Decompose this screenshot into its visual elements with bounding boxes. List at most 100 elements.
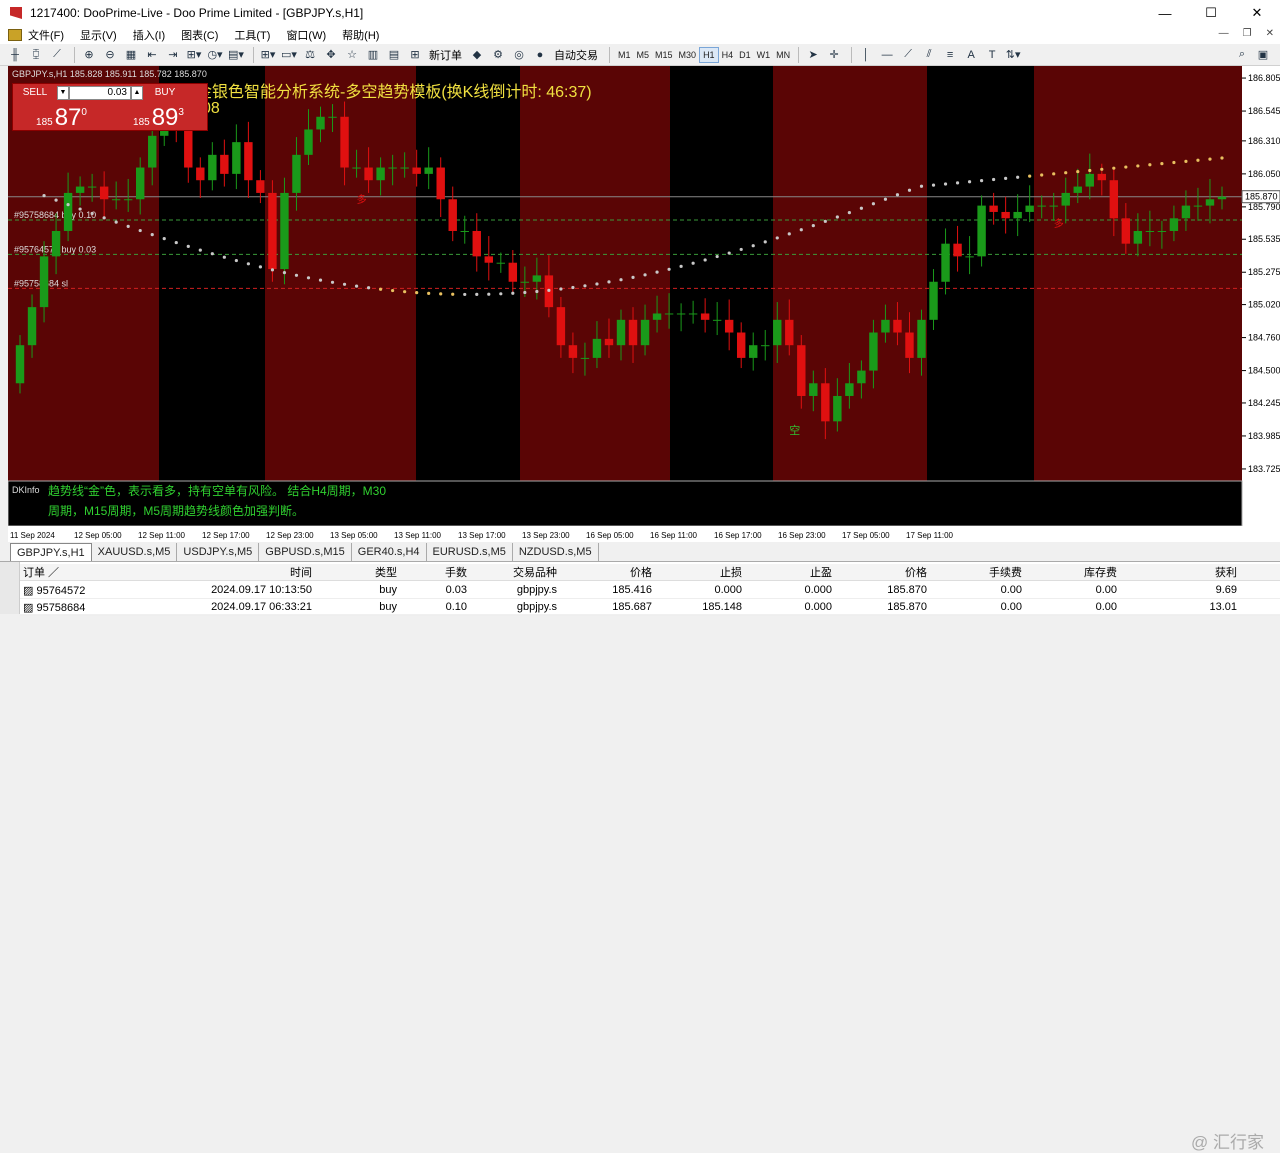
- timeframe-w1[interactable]: W1: [754, 47, 774, 63]
- col-sl[interactable]: 止损: [655, 564, 745, 580]
- timeframe-m15[interactable]: M15: [652, 47, 676, 63]
- timeframe-m5[interactable]: M5: [634, 47, 653, 63]
- tab-nzdusd-m5[interactable]: NZDUSD.s,M5: [513, 543, 599, 561]
- col-profit[interactable]: 获利: [1120, 564, 1240, 580]
- tab-gbpusd-m15[interactable]: GBPUSD.s,M15: [259, 543, 352, 561]
- candle-body: [604, 338, 614, 346]
- market-watch-icon[interactable]: ⚖: [301, 46, 319, 64]
- horizontal-line-icon[interactable]: —: [878, 46, 896, 64]
- minimize-button[interactable]: —: [1142, 0, 1188, 26]
- cursor-icon[interactable]: ➤: [804, 46, 822, 64]
- col-tp[interactable]: 止盈: [745, 564, 835, 580]
- buy-button[interactable]: BUY: [143, 87, 187, 98]
- navigator-icon[interactable]: ☆: [343, 46, 361, 64]
- chart-shift-icon[interactable]: ⇥: [164, 46, 182, 64]
- terminal-icon[interactable]: ▥: [364, 46, 382, 64]
- menu-tools[interactable]: 工具(T): [234, 27, 270, 43]
- menu-help[interactable]: 帮助(H): [342, 27, 379, 43]
- col-lots[interactable]: 手数: [400, 564, 470, 580]
- chat-icon[interactable]: ▣: [1254, 46, 1272, 64]
- sell-button[interactable]: SELL: [13, 87, 57, 98]
- timeframe-m1[interactable]: M1: [615, 47, 634, 63]
- col-commission[interactable]: 手续费: [930, 564, 1025, 580]
- strategy-tester-icon[interactable]: ▤: [385, 46, 403, 64]
- tab-eurusd-m5[interactable]: EURUSD.s,M5: [427, 543, 513, 561]
- child-restore-button[interactable]: ❐: [1243, 28, 1252, 39]
- timeframe-mn[interactable]: MN: [773, 47, 793, 63]
- periods-icon[interactable]: ◷▾: [206, 46, 224, 64]
- zoom-in-icon[interactable]: ⊕: [80, 46, 98, 64]
- buy-price[interactable]: 185 89 3: [110, 105, 207, 131]
- profiles-icon[interactable]: ▭▾: [280, 46, 298, 64]
- lot-up-icon[interactable]: ▲: [131, 85, 143, 100]
- data-window-icon[interactable]: ✥: [322, 46, 340, 64]
- channel-icon[interactable]: ⫽: [920, 46, 938, 64]
- child-close-button[interactable]: ✕: [1266, 28, 1274, 39]
- menu-insert[interactable]: 插入(I): [133, 27, 165, 43]
- vertical-line-icon[interactable]: │: [857, 46, 875, 64]
- menu-view[interactable]: 显示(V): [80, 27, 117, 43]
- tab-usdjpy-m5[interactable]: USDJPY.s,M5: [177, 543, 260, 561]
- line-chart-icon[interactable]: ⟋: [48, 46, 66, 64]
- crosshair-icon[interactable]: ✛: [825, 46, 843, 64]
- col-type[interactable]: 类型: [315, 564, 400, 580]
- candle-body: [1121, 218, 1131, 244]
- tab-gbpjpy-h1[interactable]: GBPJPY.s,H1: [10, 543, 92, 561]
- candle-body: [773, 319, 782, 346]
- candle-body: [652, 313, 662, 320]
- menu-charts[interactable]: 图表(C): [181, 27, 218, 43]
- sell-price-main: 87: [54, 104, 82, 131]
- bar-chart-icon[interactable]: ╫: [6, 46, 24, 64]
- current-price-label: 185.870: [1245, 192, 1278, 202]
- chart-window[interactable]: #95758684 buy 0.10 #95764572 buy 0.03 #957…: [8, 66, 1280, 542]
- arrows-icon[interactable]: ⇅▾: [1004, 46, 1022, 64]
- indicators-icon[interactable]: ⊞▾: [185, 46, 203, 64]
- timeframe-h4[interactable]: H4: [719, 47, 737, 63]
- buy-price-pip: 3: [178, 107, 184, 118]
- sell-price[interactable]: 185 87 0: [13, 105, 110, 131]
- trendline-icon[interactable]: ⟋: [899, 46, 917, 64]
- child-minimize-button[interactable]: —: [1219, 28, 1229, 39]
- lot-input[interactable]: 0.03: [69, 85, 131, 100]
- new-order-button[interactable]: 新订单: [429, 47, 462, 63]
- zoom-out-icon[interactable]: ⊖: [101, 46, 119, 64]
- options-icon[interactable]: ⚙: [489, 46, 507, 64]
- timeframe-d1[interactable]: D1: [736, 47, 754, 63]
- auto-trading-button[interactable]: 自动交易: [554, 47, 598, 63]
- price-chart[interactable]: #95758684 buy 0.10#95764572 buy 0.03#957…: [8, 66, 1280, 542]
- lot-dropdown-icon[interactable]: ▼: [57, 85, 69, 100]
- col-swap[interactable]: 库存费: [1025, 564, 1120, 580]
- menu-file[interactable]: 文件(F): [28, 27, 64, 43]
- candlestick-icon[interactable]: ⧮: [27, 46, 45, 64]
- timeframe-m30[interactable]: M30: [676, 47, 700, 63]
- menu-window[interactable]: 窗口(W): [286, 27, 326, 43]
- autoscroll-icon[interactable]: ⇤: [143, 46, 161, 64]
- timeframe-h1[interactable]: H1: [699, 46, 719, 63]
- col-price[interactable]: 价格: [560, 564, 655, 580]
- text-icon[interactable]: A: [962, 46, 980, 64]
- tab-xauusd-m5[interactable]: XAUUSD.s,M5: [92, 543, 178, 561]
- new-chart-icon[interactable]: ⊞▾: [259, 46, 277, 64]
- col-symbol[interactable]: 交易品种: [470, 564, 560, 580]
- globe-icon[interactable]: ◎: [510, 46, 528, 64]
- col-current-price[interactable]: 价格: [835, 564, 930, 580]
- table-row[interactable]: ▨ 95758684 2024.09.17 06:33:21 buy 0.10 …: [20, 599, 1280, 616]
- templates-icon[interactable]: ▤▾: [227, 46, 245, 64]
- table-row[interactable]: ▨ 95764572 2024.09.17 10:13:50 buy 0.03 …: [20, 582, 1280, 599]
- metaeditor-icon[interactable]: ◆: [468, 46, 486, 64]
- close-button[interactable]: ✕: [1234, 0, 1280, 26]
- trend-dot: [823, 219, 827, 223]
- price-tick-label: 185.535: [1248, 234, 1280, 244]
- candle-body: [244, 142, 253, 181]
- text-label-icon[interactable]: T: [983, 46, 1001, 64]
- tab-ger40-h4[interactable]: GER40.s,H4: [352, 543, 427, 561]
- new-order-icon[interactable]: ⊞: [406, 46, 424, 64]
- search-icon[interactable]: ⌕: [1233, 46, 1251, 64]
- col-order[interactable]: 订单 ／: [20, 564, 140, 580]
- col-time[interactable]: 时间: [140, 564, 315, 580]
- candle-body: [496, 262, 506, 264]
- tile-windows-icon[interactable]: ▦: [122, 46, 140, 64]
- auto-trading-icon[interactable]: ●: [531, 46, 549, 64]
- fibonacci-icon[interactable]: ≡: [941, 46, 959, 64]
- maximize-button[interactable]: ☐: [1188, 0, 1234, 26]
